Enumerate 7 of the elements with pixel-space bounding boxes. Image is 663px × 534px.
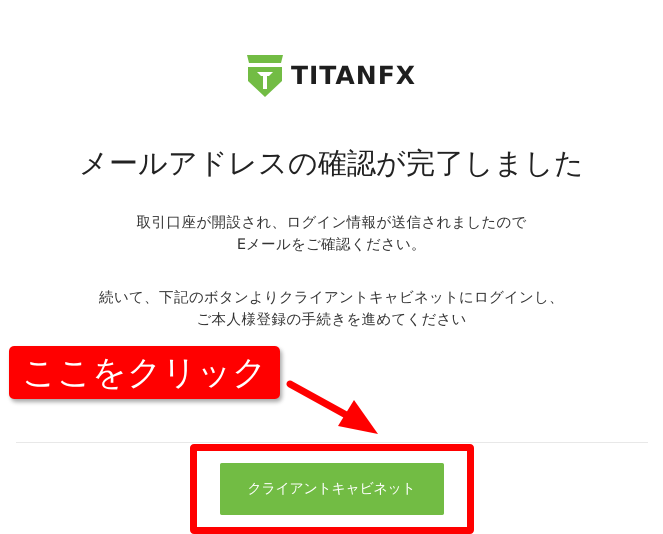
shield-logo-icon (246, 53, 283, 98)
paragraph: 続いて、下記のボタンよりクライアントキャビネットにログインし、 ご本人様登録の手続きを進めてください (99, 289, 564, 330)
client-cabinet-button[interactable]: クライアントキャビネット (220, 463, 444, 516)
page-heading: メールアドレスの確認が完了しました (79, 145, 584, 182)
callout-label: ここをクリック (9, 346, 280, 399)
paragraph: 取引口座が開設され、ログイン情報が送信されましたので Eメールをご確認ください。 (136, 214, 528, 256)
logo-text: TITANFX (290, 60, 416, 90)
